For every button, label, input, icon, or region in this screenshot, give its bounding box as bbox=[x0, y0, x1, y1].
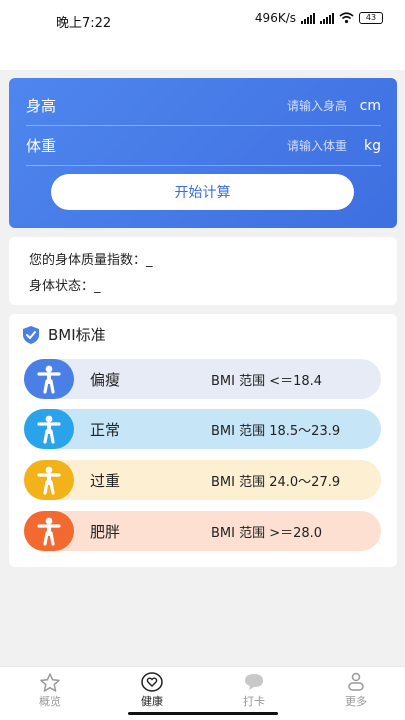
signal-icon bbox=[301, 12, 315, 24]
bmi-category-range: BMI 范围 18.5～23.9 bbox=[211, 423, 341, 439]
tab-label: 健康 bbox=[141, 695, 163, 708]
height-row: 身高 cm bbox=[26, 86, 381, 126]
result-card: 您的身体质量指数：_ 身体状态：_ bbox=[9, 237, 397, 305]
bmi-category-name: 肥胖 bbox=[90, 522, 121, 541]
network-speed: 496K/s bbox=[254, 11, 296, 25]
bmi-category-name: 正常 bbox=[90, 420, 121, 439]
bmi-category-range: BMI 范围 <＝18.4 bbox=[211, 373, 323, 389]
height-input[interactable] bbox=[227, 98, 347, 113]
bmi-standard-row: 肥胖 BMI 范围 >＝28.0 bbox=[24, 511, 381, 551]
battery-icon: 43 bbox=[359, 12, 383, 24]
person-arms-out-icon bbox=[24, 409, 74, 449]
star-icon bbox=[39, 672, 61, 692]
wifi-icon bbox=[339, 12, 354, 24]
bmi-category-range: BMI 范围 >＝28.0 bbox=[211, 525, 323, 541]
status-time: 晚上7:22 bbox=[56, 16, 112, 31]
person-arms-out-icon bbox=[24, 511, 74, 551]
tab-checkin[interactable]: 打卡 bbox=[224, 672, 284, 709]
person-arms-out-icon bbox=[24, 460, 74, 500]
weight-row: 体重 kg bbox=[26, 126, 381, 166]
height-label: 身高 bbox=[26, 97, 57, 115]
signal-icon bbox=[320, 12, 334, 24]
bmi-standard-card: BMI标准 偏瘦 BMI 范围 <＝18.4 正常 BMI 范围 18.5～23.9 过… bbox=[9, 314, 397, 567]
bmi-input-card: 身高 cm 体重 kg 开始计算 bbox=[9, 78, 397, 228]
start-calculation-button[interactable]: 开始计算 bbox=[51, 174, 354, 210]
tab-label: 概览 bbox=[39, 695, 61, 708]
bmi-category-name: 过重 bbox=[90, 471, 121, 490]
weight-label: 体重 bbox=[26, 137, 57, 155]
status-icons: 496K/s 43 bbox=[255, 11, 383, 25]
bmi-standard-row: 正常 BMI 范围 18.5～23.9 bbox=[24, 409, 381, 449]
tab-overview[interactable]: 概览 bbox=[20, 672, 80, 709]
tab-more[interactable]: 更多 bbox=[326, 672, 386, 709]
tab-label: 更多 bbox=[345, 695, 367, 708]
chat-bubble-icon bbox=[243, 672, 265, 692]
body-status-text: 身体状态：_ bbox=[29, 279, 101, 294]
weight-input[interactable] bbox=[227, 138, 347, 153]
weight-unit: kg bbox=[364, 137, 381, 154]
tab-health[interactable]: 健康 bbox=[122, 672, 182, 709]
person-icon bbox=[345, 672, 367, 692]
bmi-standard-row: 过重 BMI 范围 24.0～27.9 bbox=[24, 460, 381, 500]
bmi-category-name: 偏瘦 bbox=[90, 370, 121, 389]
tab-label: 打卡 bbox=[243, 695, 265, 708]
bmi-category-range: BMI 范围 24.0～27.9 bbox=[211, 474, 341, 490]
heart-icon bbox=[141, 672, 163, 692]
status-bar: 晚上7:22 496K/s 43 bbox=[0, 0, 405, 70]
person-arms-out-icon bbox=[24, 359, 74, 399]
height-unit: cm bbox=[359, 97, 381, 114]
standard-header: BMI标准 bbox=[21, 324, 106, 345]
bmi-standard-row: 偏瘦 BMI 范围 <＝18.4 bbox=[24, 359, 381, 399]
shield-check-icon bbox=[23, 325, 39, 344]
bmi-value-text: 您的身体质量指数：_ bbox=[29, 253, 153, 268]
standard-title: BMI标准 bbox=[48, 326, 106, 344]
home-indicator bbox=[128, 712, 278, 715]
